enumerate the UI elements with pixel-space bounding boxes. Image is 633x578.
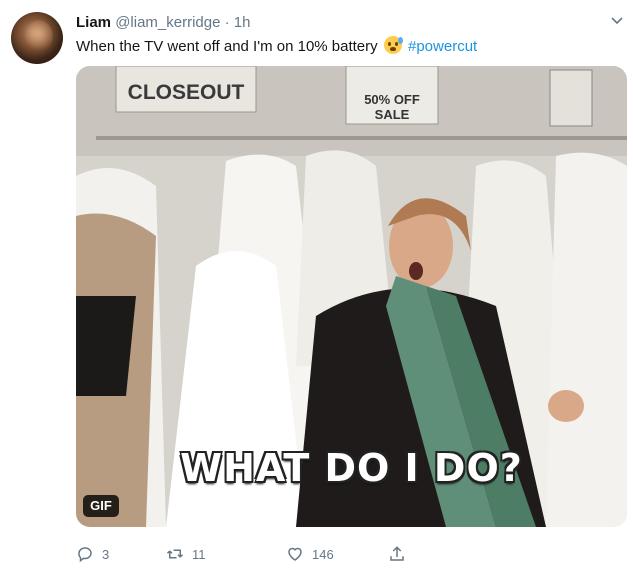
tweet-text: When the TV went off and I'm on 10% batt… — [76, 36, 477, 57]
reply-count: 3 — [102, 546, 110, 562]
retweet-icon — [166, 549, 184, 559]
share-icon — [390, 546, 404, 561]
closeout-sign-text: CLOSEOUT — [128, 81, 245, 104]
chevron-down-icon[interactable] — [610, 14, 624, 28]
sale-sign-line2: SALE — [375, 107, 410, 122]
tweet-header: Liam @liam_kerridge · 1h — [76, 13, 250, 33]
reply-button[interactable]: 3 — [76, 543, 109, 565]
sale-sign-line1: 50% OFF — [364, 92, 420, 107]
avatar[interactable] — [11, 12, 63, 64]
like-count: 146 — [312, 546, 334, 562]
gif-badge: GIF — [83, 495, 119, 517]
retweet-button[interactable]: 11 — [166, 543, 206, 565]
separator: · — [224, 14, 230, 31]
handle[interactable]: @liam_kerridge — [115, 14, 220, 31]
retweet-count: 11 — [192, 546, 206, 562]
timestamp[interactable]: 1h — [234, 14, 251, 31]
reply-icon — [78, 547, 92, 563]
like-button[interactable]: 146 — [286, 543, 334, 565]
gif-caption: WHAT DO I DO? — [180, 446, 523, 490]
tweet[interactable]: Liam @liam_kerridge · 1h When the TV wen… — [0, 0, 633, 578]
gif-media[interactable]: 50% OFF SALE CLOSEOUT WHAT DO I DO? GIF — [76, 66, 627, 527]
tweet-text-body: When the TV went off and I'm on 10% batt… — [76, 38, 378, 55]
display-name[interactable]: Liam — [76, 14, 111, 31]
heart-icon — [288, 547, 302, 561]
share-button[interactable] — [388, 543, 414, 565]
anxious-face-emoji — [383, 36, 403, 54]
hashtag-link[interactable]: #powercut — [408, 38, 477, 55]
tweet-actions: 3 11 146 — [76, 543, 476, 565]
